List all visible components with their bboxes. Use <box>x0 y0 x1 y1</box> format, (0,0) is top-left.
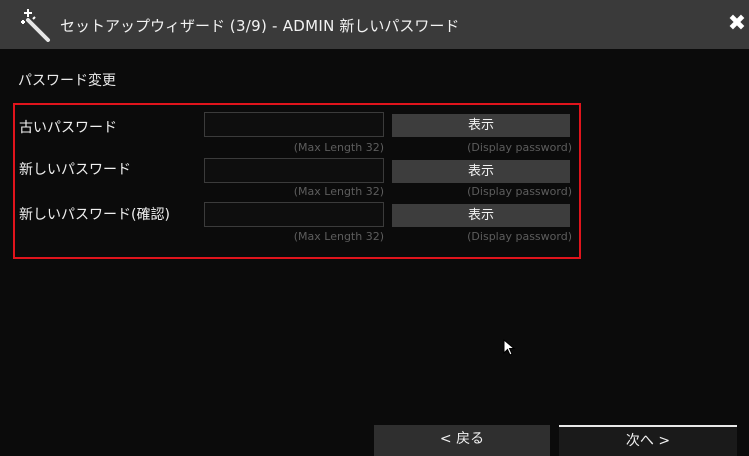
magic-wand-icon <box>21 9 50 42</box>
title-separator: - ADMIN <box>271 17 335 35</box>
new-password-field[interactable] <box>204 158 384 183</box>
setup-wizard-window: セットアップウィザード (3/9) - ADMIN 新しいパスワード ✖ パスワ… <box>0 0 749 456</box>
next-button[interactable]: 次へ > <box>559 425 737 456</box>
title-page-name: 新しいパスワード <box>339 17 460 35</box>
confirm-password-show-button[interactable]: 表示 <box>392 204 570 227</box>
window-title: セットアップウィザード (3/9) - ADMIN 新しいパスワード <box>60 15 459 36</box>
old-password-show-button[interactable]: 表示 <box>392 114 570 137</box>
close-icon[interactable]: ✖ <box>726 13 748 35</box>
title-step: (3/9) <box>229 17 268 35</box>
old-password-display-hint: (Display password) <box>467 141 572 154</box>
new-password-display-hint: (Display password) <box>467 185 572 198</box>
mouse-cursor-icon <box>503 339 516 356</box>
confirm-password-max-length-hint: (Max Length 32) <box>293 230 384 243</box>
back-button[interactable]: < 戻る <box>374 425 550 456</box>
confirm-password-field[interactable] <box>204 202 384 227</box>
old-password-label: 古いパスワード <box>19 120 117 136</box>
title-bar: セットアップウィザード (3/9) - ADMIN 新しいパスワード ✖ <box>0 0 749 49</box>
section-title: パスワード変更 <box>18 73 116 89</box>
old-password-field[interactable] <box>204 112 384 137</box>
new-password-show-button[interactable]: 表示 <box>392 160 570 183</box>
old-password-max-length-hint: (Max Length 32) <box>293 141 384 154</box>
new-password-label: 新しいパスワード <box>19 162 131 178</box>
new-password-max-length-hint: (Max Length 32) <box>293 185 384 198</box>
title-wizard-name: セットアップウィザード <box>60 17 226 35</box>
confirm-password-label: 新しいパスワード(確認) <box>19 207 170 223</box>
confirm-password-display-hint: (Display password) <box>467 230 572 243</box>
